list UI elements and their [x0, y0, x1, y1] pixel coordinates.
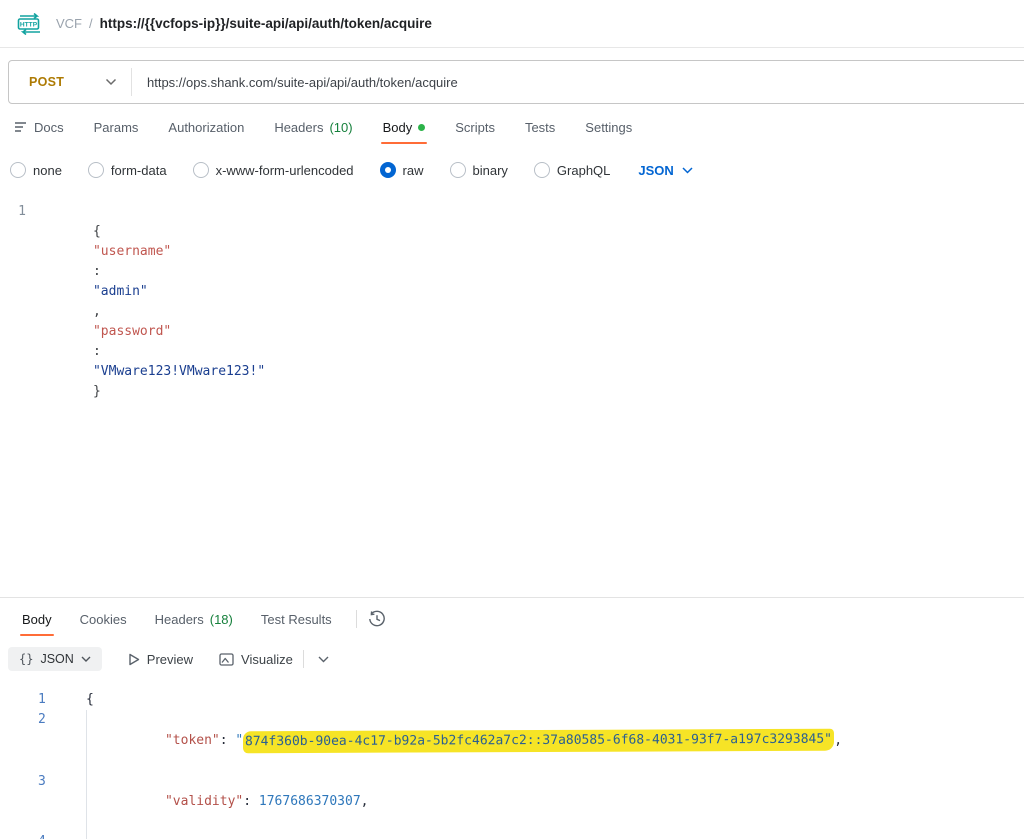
- breadcrumb-collection[interactable]: VCF: [56, 16, 82, 31]
- radio-graphql[interactable]: GraphQL: [534, 162, 610, 178]
- request-url-bar: POST https://ops.shank.com/suite-api/api…: [8, 60, 1024, 104]
- tab-settings[interactable]: Settings: [583, 104, 634, 150]
- radio-form-data[interactable]: form-data: [88, 162, 167, 178]
- radio-binary[interactable]: binary: [450, 162, 508, 178]
- response-tabs: Body Cookies Headers (18) Test Results: [0, 598, 1024, 640]
- svg-text:HTTP: HTTP: [20, 21, 38, 28]
- response-line: 4 "expiresAt": "Tuesday, January 6, 2026…: [0, 832, 1024, 839]
- braces-icon: {}: [19, 652, 33, 666]
- radio-circle[interactable]: [450, 162, 466, 178]
- chevron-down-icon[interactable]: [105, 78, 117, 86]
- body-modified-dot: [418, 124, 425, 131]
- radio-circle-selected[interactable]: [380, 162, 396, 178]
- line-number: 1: [0, 202, 26, 422]
- tab-params[interactable]: Params: [92, 104, 141, 150]
- preview-button[interactable]: Preview: [128, 652, 193, 667]
- highlighted-token: 874f360b-90ea-4c17-b92a-5b2fc462a7c2::37…: [243, 729, 834, 754]
- tab-authorization[interactable]: Authorization: [166, 104, 246, 150]
- method-selector[interactable]: POST: [9, 75, 105, 89]
- headers-count: (10): [329, 120, 352, 135]
- request-body-line: 1 { "username" : "admin" , "password" : …: [0, 202, 1024, 422]
- request-tabs: Docs Params Authorization Headers (10) B…: [0, 104, 1024, 150]
- breadcrumb-separator: /: [89, 16, 93, 31]
- response-tab-cookies[interactable]: Cookies: [78, 598, 129, 640]
- radio-circle[interactable]: [193, 162, 209, 178]
- visualize-button[interactable]: Visualize: [219, 652, 293, 667]
- response-format-dropdown[interactable]: {} JSON: [8, 647, 102, 671]
- response-line: 1 {: [0, 690, 1024, 710]
- radio-circle[interactable]: [88, 162, 104, 178]
- language-selector[interactable]: JSON: [638, 163, 692, 178]
- url-input[interactable]: https://ops.shank.com/suite-api/api/auth…: [132, 75, 458, 90]
- response-line: 2 "token": "874f360b-90ea-4c17-b92a-5b2f…: [0, 710, 1024, 772]
- body-type-row: none form-data x-www-form-urlencoded raw…: [0, 150, 1024, 190]
- response-history-icon[interactable]: [367, 609, 387, 629]
- divider: [356, 610, 357, 628]
- radio-raw[interactable]: raw: [380, 162, 424, 178]
- breadcrumb-request-name[interactable]: https://{{vcfops-ip}}/suite-api/api/auth…: [100, 16, 432, 31]
- image-icon: [219, 653, 234, 666]
- request-body-editor[interactable]: 1 { "username" : "admin" , "password" : …: [0, 190, 1024, 598]
- breadcrumb: HTTP VCF / https://{{vcfops-ip}}/suite-a…: [0, 0, 1024, 48]
- response-headers-count: (18): [210, 612, 233, 627]
- chevron-down-icon[interactable]: [318, 656, 329, 663]
- tab-docs[interactable]: Docs: [12, 104, 66, 150]
- radio-circle[interactable]: [10, 162, 26, 178]
- response-tab-body[interactable]: Body: [20, 598, 54, 640]
- response-tab-test-results[interactable]: Test Results: [259, 598, 334, 640]
- tab-body[interactable]: Body: [381, 104, 428, 150]
- docs-list-icon: [14, 121, 28, 133]
- http-request-icon: HTTP: [16, 13, 44, 35]
- radio-x-www-form-urlencoded[interactable]: x-www-form-urlencoded: [193, 162, 354, 178]
- divider: [303, 650, 304, 668]
- response-line: 3 "validity": 1767686370307,: [0, 772, 1024, 832]
- tab-scripts[interactable]: Scripts: [453, 104, 497, 150]
- play-icon: [128, 653, 140, 666]
- response-toolbar: {} JSON Preview Visualize: [0, 640, 1024, 678]
- tab-tests[interactable]: Tests: [523, 104, 557, 150]
- radio-circle[interactable]: [534, 162, 550, 178]
- response-tab-headers[interactable]: Headers (18): [153, 598, 235, 640]
- response-body-viewer[interactable]: 1 { 2 "token": "874f360b-90ea-4c17-b92a-…: [0, 678, 1024, 839]
- tab-headers[interactable]: Headers (10): [272, 104, 354, 150]
- radio-none[interactable]: none: [10, 162, 62, 178]
